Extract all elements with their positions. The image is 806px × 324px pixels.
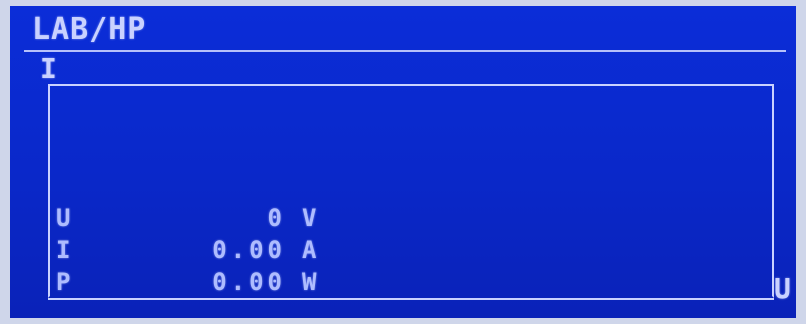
x-axis-label: U — [774, 272, 791, 305]
current-value: 0.00 — [212, 236, 286, 264]
voltage-label: U — [56, 204, 75, 232]
voltage-unit: V — [302, 204, 321, 232]
power-label: P — [56, 268, 75, 296]
x-axis-line — [48, 298, 774, 300]
plot-area — [48, 84, 774, 298]
screen-title: LAB/HP — [32, 12, 147, 47]
power-unit: W — [302, 268, 321, 296]
power-value: 0.00 — [212, 268, 286, 296]
display-screen: LAB/HP I U U 0 V I 0.00 A P 0.00 W — [0, 0, 806, 324]
voltage-value: 0 — [267, 204, 286, 232]
current-label: I — [56, 236, 75, 264]
current-unit: A — [302, 236, 321, 264]
y-axis-label: I — [40, 52, 57, 85]
title-underline — [24, 50, 786, 52]
